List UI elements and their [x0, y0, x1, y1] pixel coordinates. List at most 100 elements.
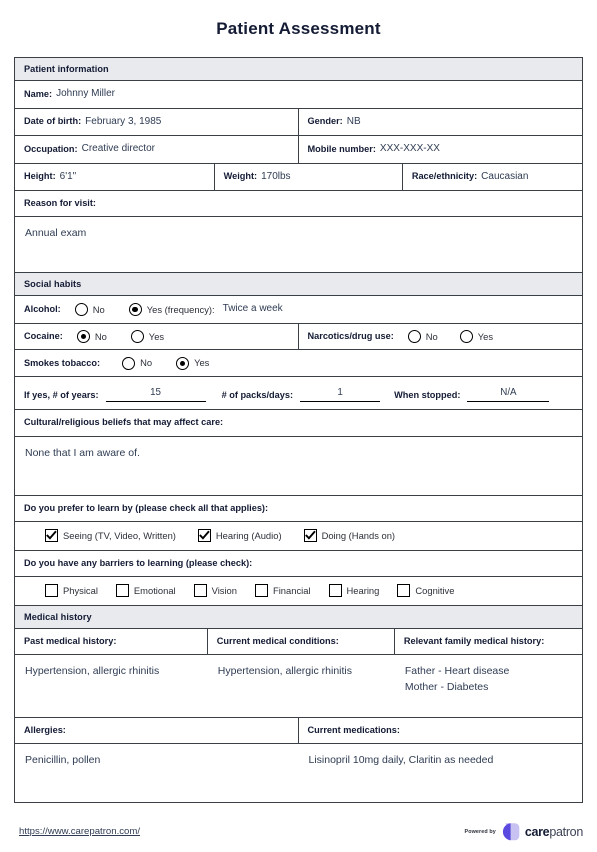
assessment-form: Patient information Name: Johnny Miller …	[14, 57, 583, 804]
stopped-field[interactable]: When stopped: N/A	[394, 386, 550, 403]
checkbox-icon[interactable]	[303, 529, 317, 543]
radio-icon[interactable]	[128, 303, 142, 317]
barrier-option-physical[interactable]: Physical	[45, 584, 98, 598]
tobacco-yes-option[interactable]: Yes	[176, 356, 209, 370]
allergies-value[interactable]: Penicillin, pollen	[15, 744, 299, 802]
barrier-option-vision[interactable]: Vision	[193, 584, 237, 598]
barriers-options: Physical Emotional Vision Financial Hearing C…	[15, 577, 582, 605]
tobacco-yes-label: Yes	[194, 357, 210, 369]
alcohol-no-option[interactable]: No	[74, 303, 105, 317]
years-value[interactable]: 15	[105, 386, 206, 403]
mobile-value: XXX-XXX-XX	[379, 143, 440, 154]
occupation-mobile-row: Occupation: Creative director Mobile num…	[15, 136, 582, 164]
gender-label: Gender:	[307, 116, 343, 127]
allergies-medications-values-row: Penicillin, pollen Lisinopril 10mg daily…	[15, 744, 582, 802]
mobile-field[interactable]: Mobile number: XXX-XXX-XX	[299, 136, 583, 163]
gender-field[interactable]: Gender: NB	[299, 109, 583, 136]
radio-icon[interactable]	[122, 356, 136, 370]
years-label: If yes, # of years:	[24, 389, 99, 400]
narcotics-no-option[interactable]: No	[407, 330, 438, 344]
learning-option-hearing-audio[interactable]: Hearing (Audio)	[197, 529, 282, 543]
patient-assessment-page: Patient Assessment Patient information N…	[0, 0, 597, 852]
learning-option-seeing-tv-video-written[interactable]: Seeing (TV, Video, Written)	[45, 529, 176, 543]
barriers-label-cell: Do you have any barriers to learning (pl…	[15, 551, 582, 576]
occupation-value: Creative director	[81, 143, 155, 154]
occupation-field[interactable]: Occupation: Creative director	[15, 136, 299, 163]
checkbox-icon[interactable]	[397, 584, 411, 598]
cocaine-no-option[interactable]: No	[76, 330, 107, 344]
alcohol-row: Alcohol: No Yes (frequency): Twice a wee…	[15, 296, 582, 324]
tobacco-row: Smokes tobacco: No Yes	[15, 350, 582, 378]
packs-field[interactable]: # of packs/days: 1	[222, 386, 381, 403]
learning-preference-label-row: Do you prefer to learn by (please check …	[15, 496, 582, 522]
barrier-option-financial[interactable]: Financial	[255, 584, 311, 598]
alcohol-frequency-value[interactable]: Twice a week	[223, 302, 283, 317]
reason-value-row: Annual exam	[15, 217, 582, 274]
barrier-option-emotional[interactable]: Emotional	[115, 584, 176, 598]
stopped-value[interactable]: N/A	[467, 386, 550, 403]
checkbox-icon[interactable]	[193, 584, 207, 598]
alcohol-yes-option[interactable]: Yes (frequency):	[128, 303, 215, 317]
checkbox-label: Financial	[273, 584, 311, 596]
carepatron-url-link[interactable]: https://www.carepatron.com/	[19, 826, 140, 837]
learning-preference-label: Do you prefer to learn by (please check …	[24, 502, 269, 513]
dob-field[interactable]: Date of birth: February 3, 1985	[15, 108, 299, 135]
checkbox-label: Hearing (Audio)	[215, 529, 282, 541]
learning-preference-options: Seeing (TV, Video, Written) Hearing (Audi…	[15, 522, 582, 550]
weight-field[interactable]: Weight: 170lbs	[215, 163, 403, 190]
family-history-value[interactable]: Father - Heart disease Mother - Diabetes	[395, 655, 582, 717]
occupation-label: Occupation:	[24, 143, 78, 154]
barrier-option-hearing[interactable]: Hearing	[328, 584, 380, 598]
social-habits-header-row: Social habits	[15, 273, 582, 297]
tobacco-detail-fields: If yes, # of years: 15 # of packs/days: …	[15, 377, 582, 409]
current-conditions-value[interactable]: Hypertension, allergic rhinitis	[208, 655, 395, 717]
packs-value[interactable]: 1	[300, 386, 381, 403]
narcotics-field: Narcotics/drug use: No Yes	[299, 324, 583, 350]
reason-for-visit-value[interactable]: Annual exam	[15, 217, 582, 272]
radio-icon[interactable]	[176, 356, 190, 370]
weight-label: Weight:	[223, 171, 258, 182]
allergies-label: Allergies:	[24, 724, 66, 735]
family-history-header: Relevant family medical history:	[395, 629, 582, 654]
radio-icon[interactable]	[459, 330, 473, 344]
powered-by-label: Powered by	[464, 828, 496, 835]
checkbox-icon[interactable]	[115, 584, 129, 598]
checkbox-icon[interactable]	[197, 529, 211, 543]
years-field[interactable]: If yes, # of years: 15	[24, 386, 206, 403]
checkbox-label: Emotional	[133, 584, 176, 596]
medical-history-column-header-row: Past medical history: Current medical co…	[15, 628, 582, 655]
past-history-value[interactable]: Hypertension, allergic rhinitis	[15, 655, 208, 717]
checkbox-icon[interactable]	[45, 529, 58, 543]
race-ethnicity-field[interactable]: Race/ethnicity: Caucasian	[403, 164, 582, 191]
height-field[interactable]: Height: 6'1"	[15, 163, 215, 190]
allergies-header: Allergies:	[15, 717, 299, 744]
radio-icon[interactable]	[407, 330, 421, 344]
narcotics-yes-option[interactable]: Yes	[459, 330, 494, 344]
name-field[interactable]: Name: Johnny Miller	[15, 81, 582, 108]
medications-header: Current medications:	[299, 718, 583, 743]
race-ethnicity-value: Caucasian	[481, 170, 529, 182]
tobacco-no-option[interactable]: No	[122, 356, 152, 370]
carepatron-wordmark: carepatron	[525, 825, 583, 839]
reason-for-visit-label-cell: Reason for visit:	[15, 191, 582, 216]
patient-information-header-row: Patient information	[15, 58, 582, 81]
medications-value[interactable]: Lisinopril 10mg daily, Claritin as neede…	[299, 744, 583, 802]
family-history-header-label: Relevant family medical history:	[403, 635, 545, 646]
radio-icon[interactable]	[76, 330, 90, 344]
checkbox-icon[interactable]	[45, 584, 58, 598]
beliefs-value[interactable]: None that I am aware of.	[15, 437, 582, 495]
brand-name-bold: care	[524, 824, 550, 839]
cocaine-yes-option[interactable]: Yes	[130, 330, 164, 344]
narcotics-yes-label: Yes	[477, 330, 494, 342]
radio-icon[interactable]	[130, 330, 144, 344]
checkbox-label: Hearing	[346, 584, 380, 596]
radio-icon[interactable]	[74, 303, 88, 317]
learning-option-doing-hands-on[interactable]: Doing (Hands on)	[303, 529, 395, 543]
barrier-option-cognitive[interactable]: Cognitive	[397, 584, 454, 598]
checkbox-icon[interactable]	[328, 584, 342, 598]
learning-preference-label-cell: Do you prefer to learn by (please check …	[15, 496, 582, 521]
dob-value: February 3, 1985	[85, 115, 162, 127]
height-label: Height:	[24, 171, 56, 182]
brand-name-light: patron	[549, 824, 583, 839]
checkbox-icon[interactable]	[255, 584, 268, 598]
